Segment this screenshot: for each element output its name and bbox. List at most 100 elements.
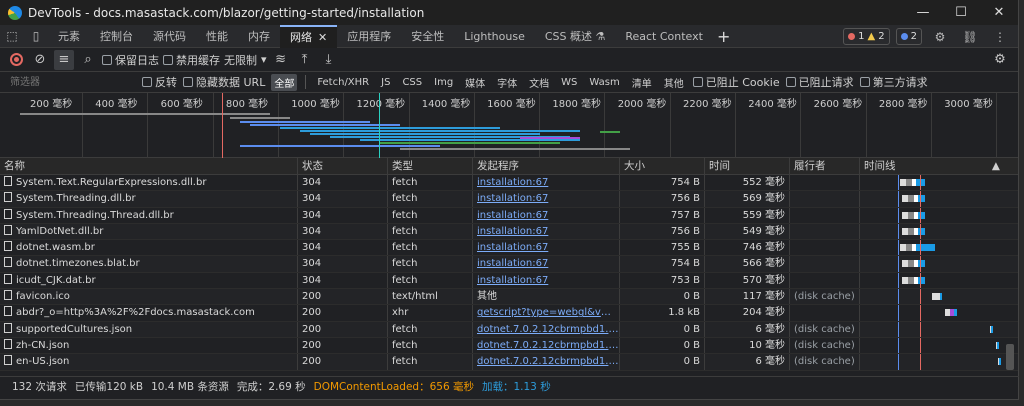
type-filter-fetch[interactable]: Fetch/XHR — [314, 76, 372, 89]
column-fulfilled-by[interactable]: 履行者 — [790, 158, 860, 174]
export-har-icon[interactable]: ⤓ — [319, 50, 339, 70]
request-initiator[interactable]: installation:67 — [473, 223, 620, 240]
close-button[interactable]: ✕ — [980, 0, 1018, 25]
close-tab-icon[interactable]: ✕ — [318, 31, 327, 44]
request-name[interactable]: icudt_CJK.dat.br — [0, 272, 298, 289]
request-name[interactable]: supportedCultures.json — [0, 321, 298, 337]
request-name[interactable]: dotnet.timezones.blat.br — [0, 256, 298, 272]
hide-data-urls-checkbox[interactable]: 隐藏数据 URL — [183, 74, 265, 90]
type-filter-all[interactable]: 全部 — [271, 73, 298, 91]
tab-performance[interactable]: 性能 — [196, 25, 238, 48]
type-filter-img[interactable]: Img — [431, 76, 456, 89]
column-type[interactable]: 类型 — [388, 158, 473, 174]
record-button[interactable] — [6, 50, 26, 70]
request-name[interactable]: abdr?_o=http%3A%2F%2Fdocs.masastack.com — [0, 305, 298, 321]
table-row[interactable]: YamlDotNet.dll.br 304 fetch installation:67… — [0, 223, 1018, 241]
blocked-requests-checkbox[interactable]: 已阻止请求 — [785, 74, 854, 90]
tab-elements[interactable]: 元素 — [48, 25, 90, 48]
column-waterfall[interactable]: 时间线 ▲ — [860, 158, 1006, 174]
checkbox-icon — [183, 77, 193, 87]
settings-gear-icon[interactable]: ⚙ — [928, 25, 952, 48]
type-filter-manifest[interactable]: 清单 — [629, 74, 655, 91]
throttle-select[interactable]: 无限制 ▾ — [224, 52, 267, 68]
column-size[interactable]: 大小 — [620, 158, 705, 174]
column-initiator[interactable]: 发起程序 — [473, 158, 620, 174]
request-initiator[interactable]: dotnet.7.0.2.12cbrmpbd1.js:5 — [473, 321, 620, 337]
customize-icon[interactable]: ⛓ — [958, 25, 982, 48]
tab-react-context[interactable]: React Context — [615, 25, 713, 48]
request-name[interactable]: System.Threading.Thread.dll.br — [0, 207, 298, 223]
column-time[interactable]: 时间 — [705, 158, 790, 174]
request-initiator[interactable]: installation:67 — [473, 256, 620, 272]
disable-cache-checkbox[interactable]: 禁用缓存 — [163, 52, 220, 68]
tab-console[interactable]: 控制台 — [90, 25, 143, 48]
import-har-icon[interactable]: ⤒ — [295, 50, 315, 70]
request-initiator[interactable]: installation:67 — [473, 191, 620, 207]
table-row[interactable]: en-US.json 200 fetch dotnet.7.0.2.12cbrmpbd… — [0, 354, 1018, 371]
more-options-icon[interactable]: ⋮ — [988, 25, 1012, 48]
type-filter-doc[interactable]: 文档 — [526, 74, 552, 91]
table-row[interactable]: System.Threading.Thread.dll.br 304 fetch in… — [0, 207, 1018, 224]
tab-application[interactable]: 应用程序 — [337, 25, 401, 48]
request-initiator[interactable]: dotnet.7.0.2.12cbrmpbd1.js:5 — [473, 337, 620, 354]
filter-input[interactable] — [6, 74, 136, 90]
request-initiator[interactable]: installation:67 — [473, 272, 620, 289]
wifi-conditions-icon[interactable]: ≋ — [271, 50, 291, 70]
request-time: 552 毫秒 — [705, 175, 790, 191]
table-row[interactable]: abdr?_o=http%3A%2F%2Fdocs.masastack.com 2… — [0, 305, 1018, 322]
request-name[interactable]: System.Text.RegularExpressions.dll.br — [0, 175, 298, 191]
tab-memory[interactable]: 内存 — [238, 25, 280, 48]
column-status[interactable]: 状态 — [298, 158, 388, 174]
request-name[interactable]: en-US.json — [0, 354, 298, 370]
filter-icon[interactable]: ≡ — [54, 49, 74, 70]
table-row[interactable]: supportedCultures.json 200 fetch dotnet.7.0… — [0, 321, 1018, 338]
device-toggle-icon[interactable]: ▯ — [24, 25, 48, 48]
third-party-checkbox[interactable]: 第三方请求 — [859, 74, 928, 90]
request-initiator[interactable]: getscript?type=webgl&v=1.0&a... — [473, 305, 620, 321]
type-filter-font[interactable]: 字体 — [494, 74, 520, 91]
tab-css-overview[interactable]: CSS 概述 ⚗ — [535, 25, 616, 48]
request-name[interactable]: favicon.ico — [0, 289, 298, 305]
request-initiator[interactable]: installation:67 — [473, 207, 620, 223]
table-row[interactable]: zh-CN.json 200 fetch dotnet.7.0.2.12cbrmpbd… — [0, 337, 1018, 355]
request-name[interactable]: dotnet.wasm.br — [0, 240, 298, 256]
request-initiator[interactable]: installation:67 — [473, 240, 620, 256]
scrollbar-thumb[interactable] — [1006, 344, 1014, 370]
type-filter-js[interactable]: JS — [378, 76, 393, 89]
table-row[interactable]: favicon.ico 200 text/html 其他 0 B 117 毫秒 (disk … — [0, 289, 1018, 306]
request-initiator[interactable]: dotnet.7.0.2.12cbrmpbd1.js:5 — [473, 354, 620, 370]
tab-network[interactable]: 网络 ✕ — [280, 24, 338, 48]
network-settings-icon[interactable]: ⚙ — [990, 50, 1010, 70]
search-icon[interactable]: ⌕ — [78, 50, 98, 70]
table-row[interactable]: dotnet.wasm.br 304 fetch installation:67 755… — [0, 240, 1018, 257]
type-filter-css[interactable]: CSS — [399, 76, 425, 89]
info-badge[interactable]: 2 — [895, 28, 922, 45]
type-filter-media[interactable]: 媒体 — [462, 74, 488, 91]
clear-icon[interactable]: ⊘ — [30, 50, 50, 70]
tab-security[interactable]: 安全性 — [401, 25, 454, 48]
table-row[interactable]: System.Text.RegularExpressions.dll.br 304… — [0, 175, 1018, 192]
request-initiator[interactable]: installation:67 — [473, 175, 620, 191]
type-filter-wasm[interactable]: Wasm — [586, 76, 622, 89]
request-name[interactable]: zh-CN.json — [0, 337, 298, 354]
preserve-log-checkbox[interactable]: 保留日志 — [102, 52, 159, 68]
tab-lighthouse[interactable]: Lighthouse — [454, 25, 535, 48]
maximize-button[interactable]: ☐ — [942, 0, 980, 25]
table-row[interactable]: System.Threading.dll.br 304 fetch installat… — [0, 191, 1018, 208]
type-filter-other[interactable]: 其他 — [661, 74, 687, 91]
type-filter-ws[interactable]: WS — [558, 76, 580, 89]
overview-timeline[interactable]: 200 毫秒 400 毫秒 600 毫秒 800 毫秒 1000 毫秒 1200 毫秒 14… — [0, 93, 1018, 158]
inspect-icon[interactable]: ⬚ — [0, 25, 24, 48]
minimize-button[interactable]: — — [904, 0, 942, 25]
request-name[interactable]: YamlDotNet.dll.br — [0, 223, 298, 240]
table-row[interactable]: icudt_CJK.dat.br 304 fetch installation:67 7… — [0, 272, 1018, 290]
invert-checkbox[interactable]: 反转 — [142, 74, 177, 90]
column-name[interactable]: 名称 — [0, 158, 298, 174]
issues-badge[interactable]: 1 ▲ 2 — [843, 28, 890, 45]
blocked-cookies-checkbox[interactable]: 已阻止 Cookie — [692, 74, 780, 90]
table-row[interactable]: dotnet.timezones.blat.br 304 fetch installa… — [0, 256, 1018, 273]
more-tabs-icon[interactable]: + — [713, 27, 734, 46]
tab-sources[interactable]: 源代码 — [143, 25, 196, 48]
overview-request-bar — [280, 127, 500, 129]
request-name[interactable]: System.Threading.dll.br — [0, 191, 298, 207]
